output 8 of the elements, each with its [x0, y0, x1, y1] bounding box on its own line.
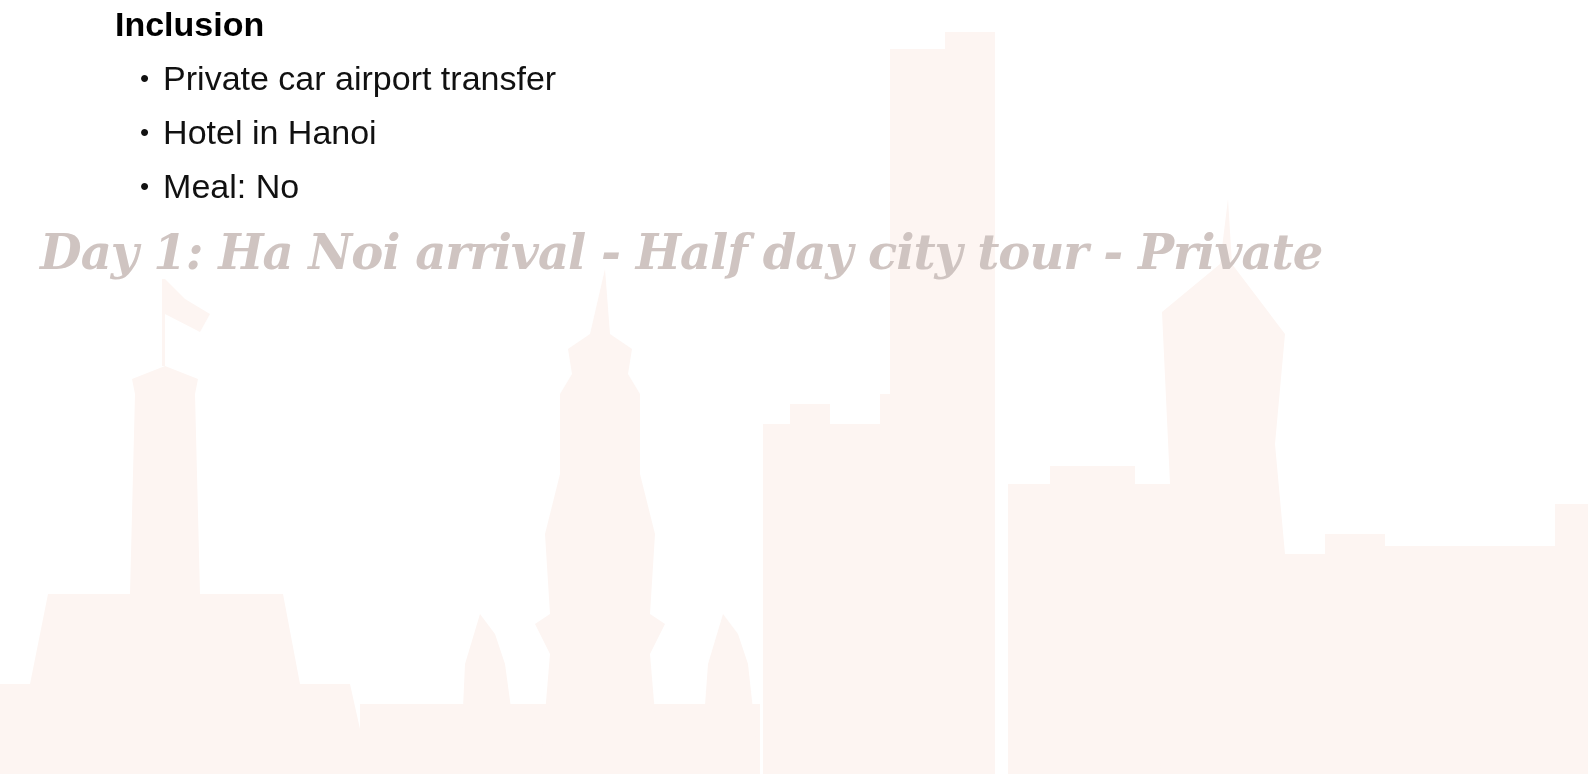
list-item: Hotel in Hanoi	[163, 111, 377, 153]
list-item: Meal: No	[163, 165, 300, 207]
bullet: •	[140, 61, 150, 95]
section-heading: Inclusion	[115, 4, 266, 45]
list-item: Private car airport transfer	[163, 57, 557, 99]
day-title: Day 1: Ha Noi arrival - Half day city tour - Private	[40, 222, 1323, 282]
bullet: •	[140, 115, 150, 149]
bullet: •	[140, 169, 150, 203]
